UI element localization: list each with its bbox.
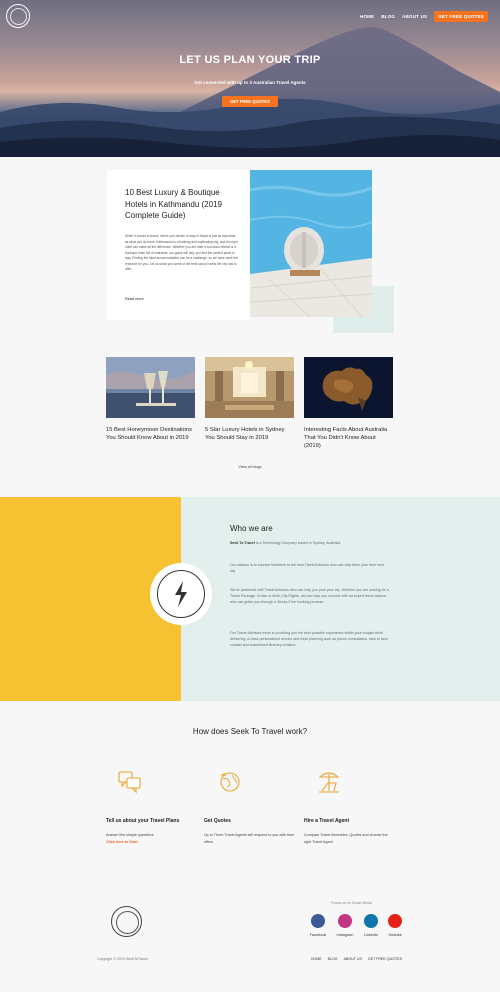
main-nav: HOME BLOG ABOUT US GET FREE QUOTES (360, 11, 488, 22)
footer-nav-about-us[interactable]: ABOUT US (344, 957, 362, 961)
blog-post-card[interactable]: Interesting Facts About Australia That Y… (304, 357, 393, 451)
chat-bubbles-icon (117, 769, 143, 795)
step-1-text: Answer few simple questions Click here t… (106, 833, 154, 844)
step-2-heading: Get Quotes (204, 818, 231, 824)
footer-logo[interactable] (111, 906, 142, 937)
youtube-label[interactable]: Youtube (380, 933, 410, 937)
blog-post-card[interactable]: 15 Best Honeymoon Destinations You Shoul… (106, 357, 195, 442)
click-here-to-start-link[interactable]: Click here to Start (106, 840, 138, 844)
nav-about-us[interactable]: ABOUT US (402, 14, 427, 19)
featured-post-title[interactable]: 10 Best Luxury & Boutique Hotels in Kath… (125, 187, 240, 222)
read-more-link[interactable]: Read more (125, 297, 144, 301)
post-thumbnail-image[interactable] (205, 357, 294, 418)
post-title[interactable]: 5 Star Luxury Hotels in Sydney You Shoul… (205, 426, 294, 442)
view-all-blogs-link[interactable]: View all blogs (0, 465, 500, 469)
hero-banner: HOME BLOG ABOUT US GET FREE QUOTES LET U… (0, 0, 500, 157)
nav-blog[interactable]: BLOG (381, 14, 395, 19)
nav-get-free-quotes-button[interactable]: GET FREE QUOTES (434, 11, 488, 22)
mountain-landscape-image (0, 27, 500, 157)
blog-post-card[interactable]: 5 Star Luxury Hotels in Sydney You Shoul… (205, 357, 294, 442)
who-paragraph-4: Our Travel Advisors excel in providing y… (230, 631, 388, 647)
featured-post-card: 10 Best Luxury & Boutique Hotels in Kath… (107, 170, 250, 320)
follow-us-label: Follow us on Social Media (331, 901, 372, 905)
beach-chair-icon (316, 769, 342, 795)
how-it-works-title: How does Seek To Travel work? (192, 727, 308, 736)
who-paragraph-3: We've partnered with Travel Advisors who… (230, 588, 389, 604)
who-paragraph-1: Seek To Travel is a Technology Company b… (230, 541, 342, 545)
step-3-text: Compare Travel Itineraries, Quotes and c… (304, 833, 388, 844)
post-title[interactable]: 15 Best Honeymoon Destinations You Shoul… (106, 426, 195, 442)
footer-nav-get-free-quotes[interactable]: GET FREE QUOTES (368, 957, 402, 961)
globe-plane-icon (217, 769, 243, 795)
seek-to-travel-logo (150, 563, 212, 625)
nav-home[interactable]: HOME (360, 14, 374, 19)
site-logo[interactable] (6, 4, 30, 28)
featured-post-image[interactable] (250, 170, 372, 317)
logo-bolt-icon (175, 581, 187, 607)
facebook-icon[interactable] (311, 914, 325, 928)
who-paragraph-2: Our mission is to connect travellers to … (230, 563, 384, 573)
hero-title: LET US PLAN YOUR TRIP (179, 54, 321, 66)
linkedin-icon[interactable] (364, 914, 378, 928)
step-2-text: Up to Three Travel Agents will respond t… (204, 833, 295, 844)
footer-nav-blog[interactable]: BLOG (328, 957, 338, 961)
hero-subtitle: Get connected with up to 3 Australian Tr… (194, 80, 306, 85)
copyright-text: Copyright © 2019 SeekToTravel (97, 957, 148, 961)
post-thumbnail-image[interactable] (304, 357, 393, 418)
footer-nav-home[interactable]: HOME (311, 957, 322, 961)
post-thumbnail-image[interactable] (106, 357, 195, 418)
featured-post-excerpt: When it comes to travel, where you decid… (125, 234, 238, 271)
post-title[interactable]: Interesting Facts About Australia That Y… (304, 426, 393, 451)
footer-nav: HOME BLOG ABOUT US GET FREE QUOTES (311, 957, 402, 961)
instagram-icon[interactable] (338, 914, 352, 928)
youtube-icon[interactable] (388, 914, 402, 928)
step-1-heading: Tell us about your Travel Plans (106, 818, 180, 824)
facebook-label[interactable]: Facebook (303, 933, 333, 937)
who-we-are-title: Who we are (230, 524, 273, 533)
step-3-heading: Hire a Travel Agent (304, 818, 350, 824)
hero-get-quotes-button[interactable]: GET FREE QUOTES (222, 96, 278, 107)
